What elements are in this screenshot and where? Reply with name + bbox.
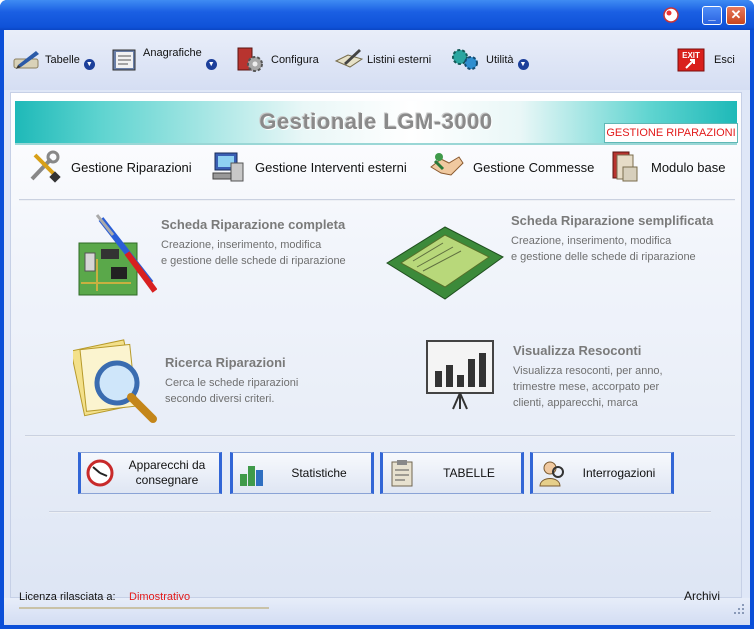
gear-icon [237, 47, 263, 72]
button-label: Apparecchi da consegnare [128, 458, 206, 487]
toolbar-tabelle[interactable]: Tabelle ▼ [12, 42, 95, 78]
toolbar-label: Anagrafiche [143, 47, 202, 59]
statistiche-button[interactable]: Statistiche [230, 452, 374, 494]
toolbar-label: Utilità [486, 54, 514, 66]
interrogazioni-button[interactable]: Interrogazioni [530, 452, 674, 494]
exit-icon: EXIT [677, 48, 705, 72]
button-label: Statistiche [291, 465, 347, 480]
nav-modulo-base[interactable]: Modulo base [607, 145, 725, 189]
client-area: Tabelle ▼ Anagrafiche ▼ Configura Listin… [4, 30, 750, 625]
chevron-down-icon[interactable]: ▼ [83, 58, 95, 70]
computer-icon [212, 152, 244, 182]
toolbar-label: Esci [714, 54, 735, 66]
chart-board-icon [426, 340, 494, 410]
gears-icon [452, 49, 478, 70]
chevron-down-icon[interactable]: ▼ [517, 58, 529, 70]
divider [25, 435, 735, 437]
apparecchi-da-consegnare-button[interactable]: Apparecchi da consegnare [78, 452, 222, 494]
main-panel: Gestionale LGM-3000 GESTIONE RIPARAZIONI… [10, 92, 742, 598]
tabelle-button[interactable]: TABELLE [380, 452, 524, 494]
status-bar [4, 598, 750, 625]
divider [19, 199, 735, 201]
chevron-down-icon[interactable]: ▼ [205, 58, 217, 70]
lcd-module-icon [386, 226, 504, 300]
nav-label: Gestione Interventi esterni [255, 159, 407, 175]
feature-title: Scheda Riparazione semplificata [511, 213, 714, 228]
exit-badge-text: EXIT [682, 51, 700, 60]
feature-visualizza-resoconti[interactable]: Visualizza Resoconti Visualizza resocont… [423, 337, 663, 413]
app-window: _ ✕ Tabelle ▼ Anagrafiche ▼ Configura Li… [0, 0, 754, 629]
feature-scheda-semplificata[interactable]: Scheda Riparazione semplificata Creazion… [383, 213, 713, 305]
feature-title: Visualizza Resoconti [513, 343, 642, 358]
search-certificate-icon [73, 339, 157, 423]
feature-ricerca-riparazioni[interactable]: Ricerca Riparazioni Cerca le schede ripa… [73, 337, 298, 427]
clock-icon [86, 459, 114, 487]
main-toolbar: Tabelle ▼ Anagrafiche ▼ Configura Listin… [4, 30, 750, 90]
book-icon [612, 151, 638, 182]
license-underline [19, 607, 269, 609]
toolbar-configura[interactable]: Configura [235, 42, 319, 78]
feature-desc: Creazione, inserimento, modifica e gesti… [511, 235, 696, 263]
resize-grip-icon[interactable] [732, 602, 746, 616]
clipboard-icon [391, 460, 413, 487]
address-book-icon [112, 49, 136, 71]
writing-icon [334, 49, 364, 68]
toolbar-label: Tabelle [45, 54, 80, 66]
divider [49, 511, 711, 513]
feature-desc: Creazione, inserimento, modifica e gesti… [161, 239, 346, 267]
toolbar-label: Listini esterni [367, 54, 432, 66]
feature-title: Ricerca Riparazioni [165, 355, 286, 370]
title-bar[interactable]: _ ✕ [0, 0, 754, 30]
close-button[interactable]: ✕ [726, 6, 746, 25]
toolbar-listini[interactable]: Listini esterni [334, 42, 431, 78]
feature-desc: Visualizza resoconti, per anno, trimestr… [513, 365, 663, 409]
nav-gestione-riparazioni[interactable]: Gestione Riparazioni [27, 145, 192, 189]
archivi-link[interactable]: Archivi [684, 589, 720, 603]
feature-desc: Cerca le schede riparazioni secondo dive… [165, 377, 299, 405]
nav-label: Gestione Riparazioni [71, 159, 192, 175]
button-label: Interrogazioni [582, 465, 656, 480]
minimize-button[interactable]: _ [702, 6, 722, 25]
nav-label: Gestione Commesse [473, 159, 595, 175]
button-label: TABELLE [443, 465, 495, 480]
feature-scheda-completa[interactable]: Scheda Riparazione completa Creazione, i… [71, 213, 346, 305]
feature-title: Scheda Riparazione completa [161, 217, 346, 232]
bar-chart-icon [240, 466, 263, 486]
module-tag: GESTIONE RIPARAZIONI [604, 123, 738, 143]
nav-gestione-commesse[interactable]: Gestione Commesse [429, 145, 594, 189]
header-banner: Gestionale LGM-3000 GESTIONE RIPARAZIONI [15, 101, 738, 145]
license-label: Licenza rilasciata a: [19, 591, 116, 603]
handshake-icon [430, 153, 464, 176]
nav-interventi-esterni[interactable]: Gestione Interventi esterni [211, 145, 407, 189]
user-search-icon [539, 461, 564, 487]
license-value: Dimostrativo [129, 591, 191, 603]
toolbar-anagrafiche[interactable]: Anagrafiche ▼ [110, 42, 217, 78]
circuit-board-icon [78, 214, 157, 296]
tools-icon [30, 150, 61, 183]
app-orb-icon[interactable] [662, 6, 680, 24]
toolbar-label: Configura [271, 54, 319, 66]
toolbar-utilita[interactable]: Utilità ▼ [450, 42, 529, 78]
pen-icon [13, 51, 39, 69]
nav-label: Modulo base [651, 159, 726, 175]
toolbar-esci[interactable]: EXIT Esci [676, 42, 735, 78]
